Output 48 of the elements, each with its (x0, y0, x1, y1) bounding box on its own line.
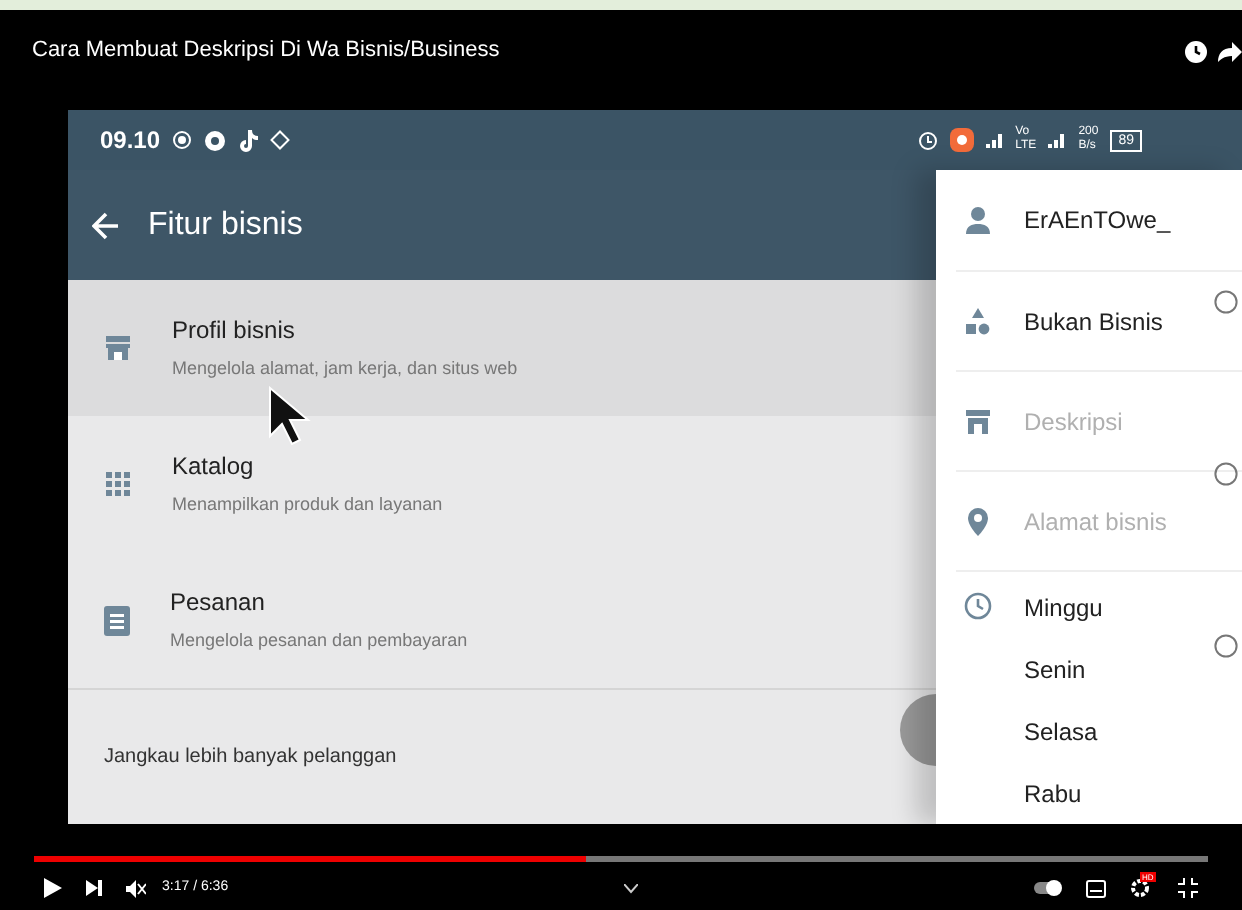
item-subtitle: Mengelola pesanan dan pembayaran (170, 628, 468, 655)
day-label: Rabu (1024, 778, 1084, 812)
circle-icon (1214, 462, 1238, 486)
profile-field[interactable]: ErAEnTOwe_ (1024, 202, 1171, 238)
floating-button[interactable] (900, 694, 936, 766)
item-title: Profil bisnis (172, 314, 297, 349)
captions-icon[interactable] (1086, 879, 1106, 897)
clock-icon (964, 592, 992, 620)
section-label: Jangkau lebih banyak pelanggan (104, 744, 397, 772)
cursor-icon (268, 386, 312, 446)
signal-icon (1048, 132, 1067, 148)
progress-track[interactable] (34, 856, 1208, 862)
day-label: Minggu (1024, 592, 1103, 626)
next-icon[interactable] (86, 880, 102, 896)
list-item[interactable]: Profil bisnis Mengelola alamat, jam kerja, dan situs web (68, 280, 936, 416)
record-icon (949, 128, 974, 152)
document-icon (104, 605, 130, 635)
item-subtitle: Menampilkan produk dan layanan (172, 492, 443, 519)
profile-field[interactable]: Bukan Bisnis (1024, 303, 1163, 339)
clock-icon[interactable] (1184, 40, 1208, 64)
exit-fullscreen-icon[interactable] (1178, 878, 1198, 898)
settings-icon[interactable] (1130, 878, 1150, 898)
grid-icon (104, 470, 132, 498)
item-subtitle: Mengelola alamat, jam kerja, dan situs web (172, 356, 518, 383)
toggle-icon[interactable] (1034, 880, 1062, 896)
item-title: Pesanan (170, 586, 267, 621)
chevron-down-icon[interactable] (624, 883, 639, 893)
shapes-icon (966, 307, 990, 335)
status-time: 09.10 (100, 124, 161, 158)
day-label: Senin (1024, 654, 1088, 688)
screen-title: Fitur bisnis (148, 205, 303, 245)
day-label: Selasa (1024, 716, 1100, 750)
item-title: Katalog (172, 450, 256, 485)
location-pin-icon (968, 507, 988, 535)
record-icon (172, 130, 193, 150)
signal-icon (985, 132, 1004, 148)
play-icon[interactable] (44, 878, 62, 898)
store-icon (966, 409, 990, 433)
music-note-icon (238, 129, 259, 151)
alarm-icon (917, 130, 938, 150)
person-icon (966, 206, 990, 234)
video-title[interactable]: Cara Membuat Deskripsi Di Wa Bisnis/Business (32, 34, 500, 67)
muted-speaker-icon[interactable] (126, 879, 146, 897)
store-icon (104, 334, 132, 362)
back-arrow-icon[interactable] (92, 211, 120, 239)
share-icon[interactable] (1218, 40, 1242, 64)
circle-icon (1214, 290, 1238, 314)
circle-icon (1214, 634, 1238, 658)
